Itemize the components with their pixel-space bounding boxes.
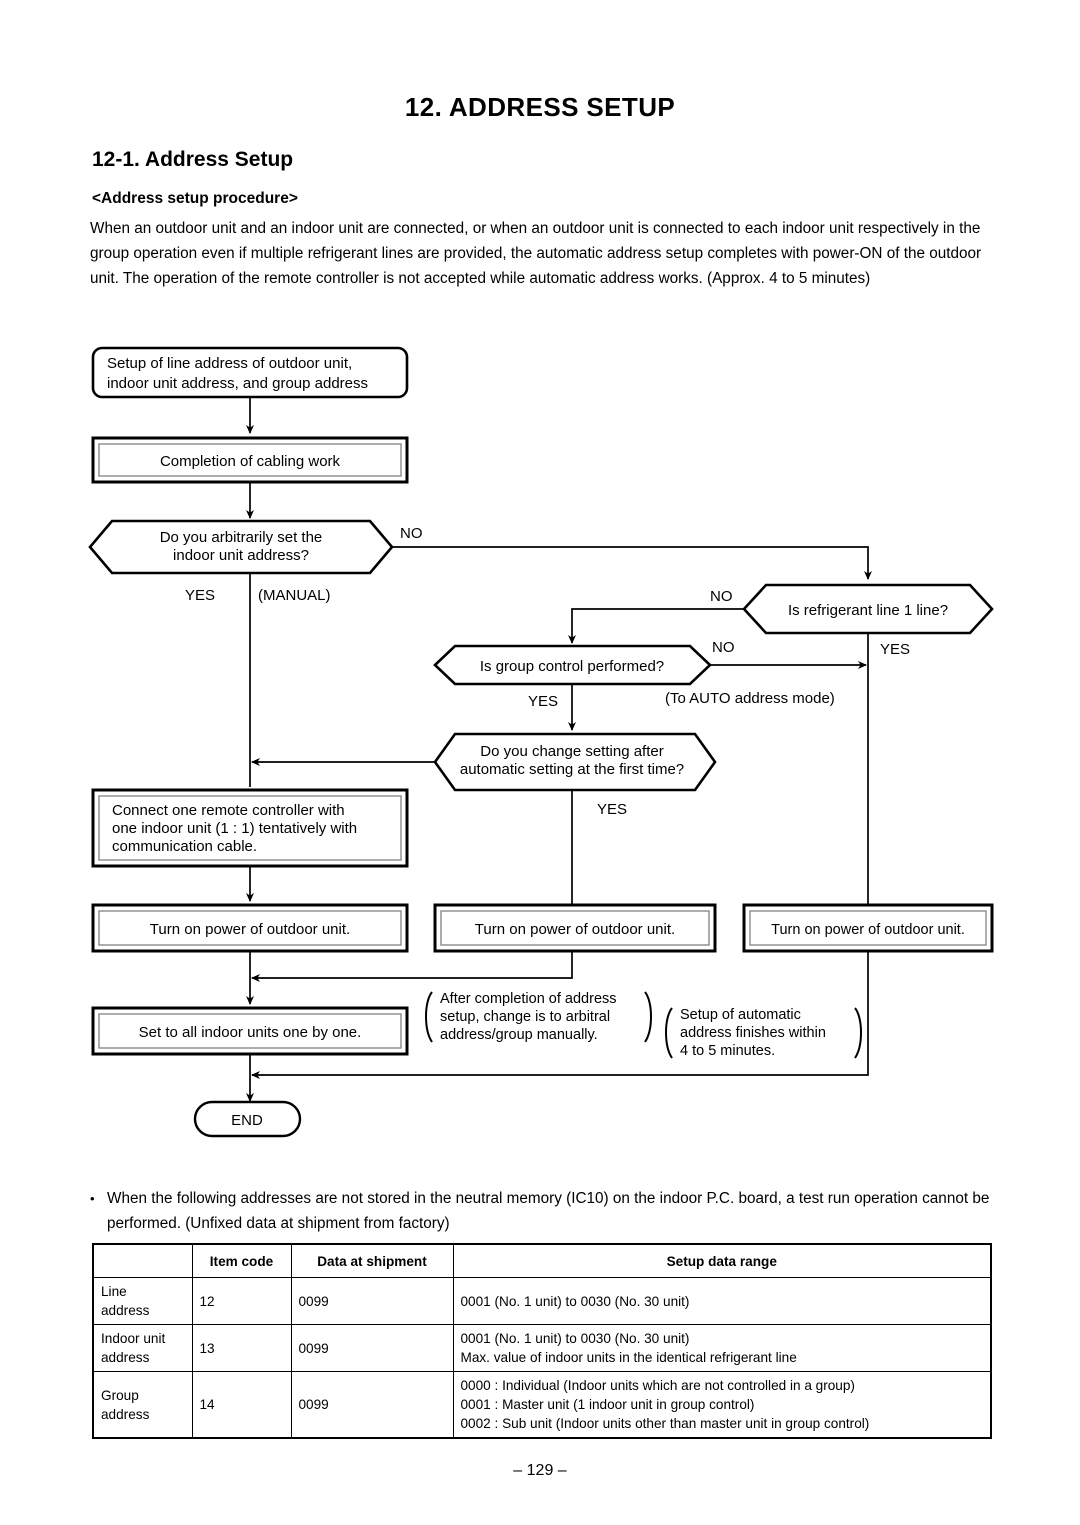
flow-decision-group-label: Is group control performed? bbox=[480, 658, 664, 675]
flow-decision-change: Do you change setting after automatic se… bbox=[433, 732, 717, 792]
table-cell-item-code: 14 bbox=[191, 1371, 292, 1439]
flow-power-box-1-label: Turn on power of outdoor unit. bbox=[150, 921, 350, 938]
flow-label-group-yes: YES bbox=[528, 693, 558, 710]
bullet-icon: • bbox=[90, 1191, 95, 1206]
range-line: 0001 (No. 1 unit) to 0030 (No. 30 unit) bbox=[460, 1331, 690, 1346]
table-cell-data-at-shipment: 0099 bbox=[290, 1324, 454, 1372]
flow-decision-group: Is group control performed? bbox=[433, 644, 712, 686]
table-header-setup-data-range: Setup data range bbox=[452, 1243, 992, 1278]
section-title: 12-1. Address Setup bbox=[92, 148, 294, 171]
flow-label-auto-address-mode: (To AUTO address mode) bbox=[665, 690, 835, 707]
table-header-blank bbox=[92, 1243, 193, 1278]
range-line: 0002 : Sub unit (Indoor units other than… bbox=[460, 1416, 870, 1431]
table-row: Line address 12 0099 0001 (No. 1 unit) t… bbox=[92, 1277, 992, 1325]
flow-connect-line1: Connect one remote controller with bbox=[112, 802, 345, 819]
row-name-line2: address bbox=[101, 1350, 150, 1365]
table-cell-item-code: 13 bbox=[191, 1324, 292, 1372]
flow-power-box-2: Turn on power of outdoor unit. bbox=[433, 903, 717, 953]
page-number: – 129 – bbox=[513, 1462, 567, 1479]
flow-connect-box: Connect one remote controller with one i… bbox=[91, 788, 409, 868]
flow-label-refrigerant-yes: YES bbox=[880, 641, 910, 658]
flow-note-auto: Setup of automatic address finishes with… bbox=[665, 1007, 862, 1059]
range-line: 0000 : Individual (Indoor units which ar… bbox=[460, 1378, 855, 1393]
table-cell-data-at-shipment: 0099 bbox=[290, 1371, 454, 1439]
flow-end-box: END bbox=[193, 1100, 302, 1138]
flow-label-change-yes: YES bbox=[597, 801, 627, 818]
flow-decision-refrigerant-label: Is refrigerant line 1 line? bbox=[788, 602, 948, 619]
flow-start-line2: indoor unit address, and group address bbox=[107, 375, 368, 392]
flow-power-box-3-label: Turn on power of outdoor unit. bbox=[771, 922, 965, 938]
flow-label-manual: (MANUAL) bbox=[258, 587, 331, 604]
range-line: 0001 : Master unit (1 indoor unit in gro… bbox=[460, 1397, 755, 1412]
sub-section-title: <Address setup procedure> bbox=[92, 190, 298, 207]
flow-label-group-no: NO bbox=[712, 639, 735, 656]
row-name-line2: address bbox=[101, 1303, 150, 1318]
table-cell-name: Line address bbox=[92, 1277, 193, 1325]
range-line: 0001 (No. 1 unit) to 0030 (No. 30 unit) bbox=[460, 1293, 690, 1309]
flow-label-arbitrary-yes: YES bbox=[185, 587, 215, 604]
flow-power-box-3: Turn on power of outdoor unit. bbox=[742, 903, 994, 953]
flow-decision-arbitrary-line2: indoor unit address? bbox=[173, 547, 309, 564]
table-cell-item-code: 12 bbox=[191, 1277, 292, 1325]
row-name-line1: Group bbox=[101, 1387, 139, 1403]
flow-set-all-label: Set to all indoor units one by one. bbox=[139, 1024, 362, 1041]
table-row: Group address 14 0099 0000 : Individual … bbox=[92, 1371, 992, 1439]
table-row: Indoor unit address 13 0099 0001 (No. 1 … bbox=[92, 1324, 992, 1372]
flow-end-label: END bbox=[231, 1112, 263, 1129]
flow-cabling-label: Completion of cabling work bbox=[160, 453, 341, 470]
table-header-row: Item code Data at shipment Setup data ra… bbox=[92, 1243, 992, 1278]
table-cell-range: 0001 (No. 1 unit) to 0030 (No. 30 unit) … bbox=[452, 1324, 992, 1372]
row-name-line1: Line bbox=[101, 1284, 127, 1299]
row-name-line2: address bbox=[101, 1406, 150, 1422]
row-name-line1: Indoor unit bbox=[101, 1331, 166, 1346]
table-header-data-at-shipment: Data at shipment bbox=[290, 1243, 454, 1278]
chapter-title: 12. ADDRESS SETUP bbox=[404, 92, 676, 122]
table-cell-name: Indoor unit address bbox=[92, 1324, 193, 1372]
memory-note-text: When the following addresses are not sto… bbox=[107, 1190, 990, 1232]
document-page: 12. ADDRESS SETUP 12-1. Address Setup <A… bbox=[0, 0, 1080, 1525]
flow-decision-change-line1: Do you change setting after bbox=[480, 743, 663, 760]
flow-label-arbitrary-no: NO bbox=[400, 525, 423, 542]
table-cell-range: 0000 : Individual (Indoor units which ar… bbox=[452, 1371, 992, 1439]
flow-decision-refrigerant: Is refrigerant line 1 line? bbox=[742, 583, 994, 635]
flow-label-refrigerant-no: NO bbox=[710, 588, 733, 605]
flow-start-line1: Setup of line address of outdoor unit, bbox=[107, 355, 352, 372]
flow-power-box-1: Turn on power of outdoor unit. bbox=[91, 903, 409, 953]
flow-connect-line3: communication cable. bbox=[112, 838, 257, 855]
flow-decision-arbitrary-line1: Do you arbitrarily set the bbox=[160, 529, 323, 546]
memory-note: • When the following addresses are not s… bbox=[90, 1186, 1006, 1236]
table-cell-name: Group address bbox=[92, 1371, 193, 1439]
flow-power-box-2-label: Turn on power of outdoor unit. bbox=[475, 921, 675, 938]
address-data-table: Item code Data at shipment Setup data ra… bbox=[92, 1243, 992, 1439]
table-header-item-code: Item code bbox=[191, 1243, 292, 1278]
address-setup-flowchart: Setup of line address of outdoor unit, i… bbox=[0, 330, 1080, 1160]
flow-cabling-box: Completion of cabling work bbox=[91, 436, 409, 484]
flow-set-all-box: Set to all indoor units one by one. bbox=[91, 1006, 409, 1056]
flow-connect-line2: one indoor unit (1 : 1) tentatively with bbox=[112, 820, 357, 837]
flow-note-manual-line2: setup, change is to arbitral bbox=[440, 1009, 610, 1025]
table-cell-range: 0001 (No. 1 unit) to 0030 (No. 30 unit) bbox=[452, 1277, 992, 1325]
flow-note-auto-line3: 4 to 5 minutes. bbox=[680, 1043, 775, 1059]
flow-decision-arbitrary: Do you arbitrarily set the indoor unit a… bbox=[88, 519, 394, 575]
intro-paragraph: When an outdoor unit and an indoor unit … bbox=[90, 220, 982, 287]
flow-decision-change-line2: automatic setting at the first time? bbox=[460, 761, 684, 778]
flow-note-manual-line3: address/group manually. bbox=[440, 1027, 598, 1043]
flow-start-box: Setup of line address of outdoor unit, i… bbox=[91, 346, 409, 399]
range-line: Max. value of indoor units in the identi… bbox=[460, 1350, 797, 1365]
flow-note-auto-line2: address finishes within bbox=[680, 1025, 826, 1041]
flow-note-manual-line1: After completion of address bbox=[440, 991, 617, 1007]
flow-note-auto-line1: Setup of automatic bbox=[680, 1007, 801, 1023]
flow-note-manual: After completion of address setup, chang… bbox=[425, 991, 652, 1043]
table-cell-data-at-shipment: 0099 bbox=[290, 1277, 454, 1325]
